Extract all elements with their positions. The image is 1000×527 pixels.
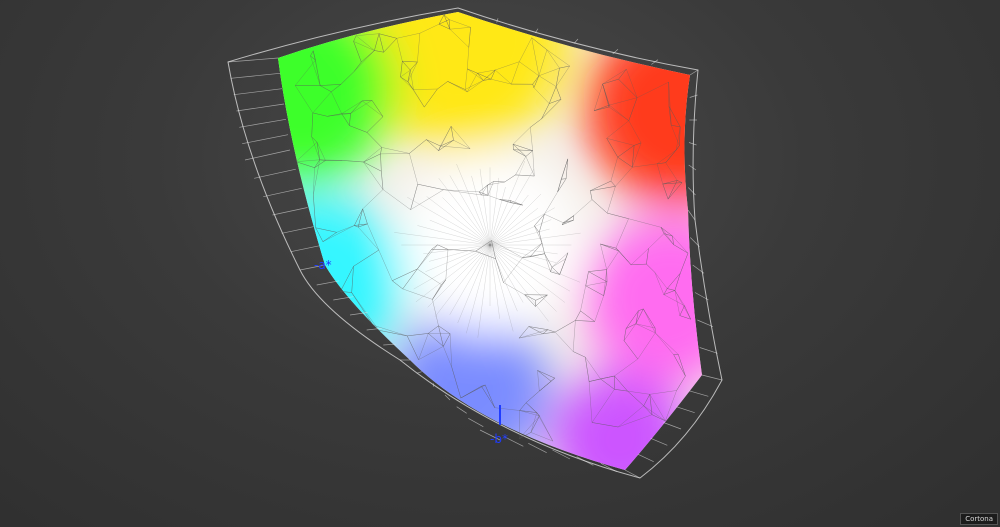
envelope-rib <box>263 187 302 198</box>
envelope-rib <box>637 453 654 463</box>
envelope-rib <box>701 374 723 381</box>
envelope-rib <box>650 437 668 446</box>
envelope-rib <box>416 371 422 374</box>
envelope-rib <box>676 406 695 414</box>
envelope-rib <box>272 207 308 216</box>
envelope-rib <box>688 187 696 196</box>
envelope-rib <box>663 422 682 430</box>
gamut-3d-view[interactable]: -b* -a* <box>0 0 1000 527</box>
envelope-rib <box>688 142 697 146</box>
envelope-rib <box>242 134 289 145</box>
envelope-rib <box>689 69 699 76</box>
envelope-rib <box>456 406 467 414</box>
envelope-rib <box>290 245 320 253</box>
envelope-rib <box>254 168 296 179</box>
envelope-rib <box>699 347 718 354</box>
axis-label-minus-b: -b* <box>490 432 508 446</box>
axis-label-minus-a: -a* <box>314 258 332 272</box>
envelope-rib <box>573 38 579 44</box>
envelope-rib <box>689 390 709 397</box>
envelope-rib <box>230 72 281 79</box>
envelope-rib <box>468 417 484 428</box>
envelope-rib <box>236 103 285 112</box>
envelope-rib <box>688 164 697 171</box>
envelope-rib <box>316 280 340 286</box>
envelope-rib <box>239 118 287 128</box>
envelope-rib <box>281 226 314 234</box>
axis-minus-a: -a* <box>314 258 332 272</box>
envelope-rib <box>233 88 283 96</box>
envelope-rib <box>689 94 698 98</box>
watermark-text: Cortona <box>965 515 993 523</box>
watermark-badge: Cortona <box>960 513 998 525</box>
